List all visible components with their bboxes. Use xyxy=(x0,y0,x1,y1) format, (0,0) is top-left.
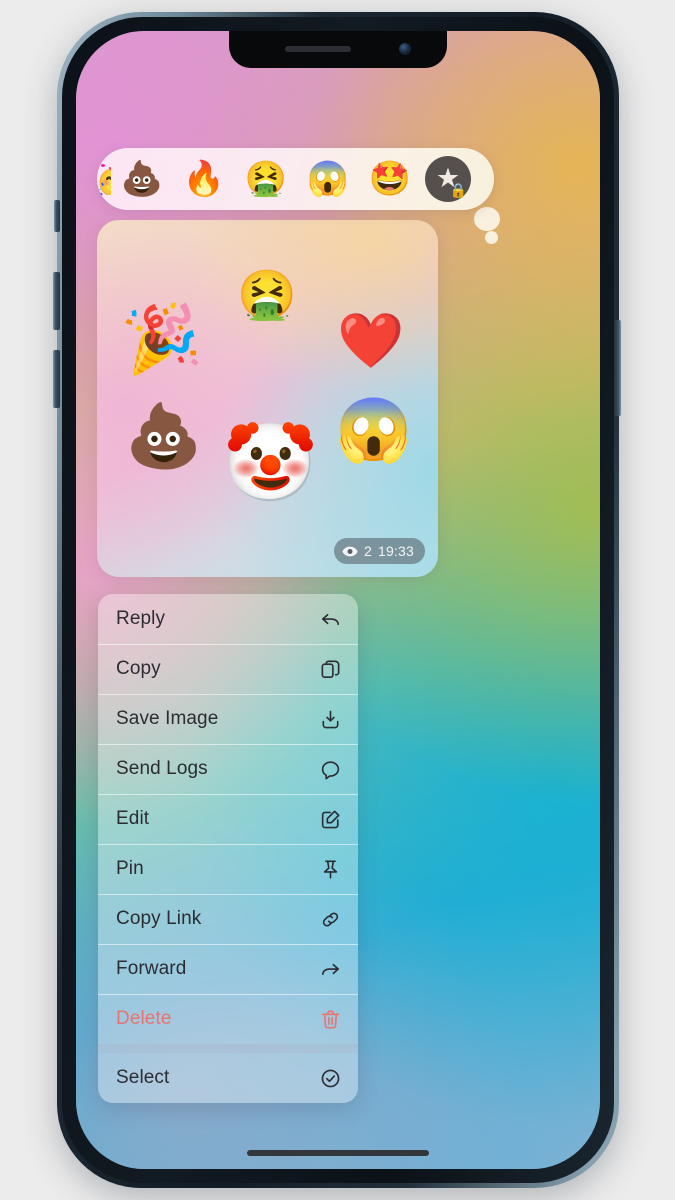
menu-item-copy[interactable]: Copy xyxy=(98,644,358,694)
volume-down-button[interactable] xyxy=(53,350,60,408)
volume-up-button[interactable] xyxy=(53,272,60,330)
menu-item-forward[interactable]: Forward xyxy=(98,944,358,994)
menu-group-separator xyxy=(98,1044,358,1053)
pushpin-icon xyxy=(318,857,342,881)
menu-item-label: Save Image xyxy=(116,708,219,729)
earpiece-speaker-icon xyxy=(285,46,351,52)
menu-item-label: Pin xyxy=(116,858,144,879)
eye-icon xyxy=(342,546,358,556)
speech-bubble-icon xyxy=(318,757,342,781)
phone-notch xyxy=(229,31,447,68)
menu-item-label: Forward xyxy=(116,958,187,979)
menu-item-reply[interactable]: Reply xyxy=(98,594,358,644)
save-download-icon xyxy=(318,707,342,731)
reaction-clipped-emoji[interactable]: 🥳 xyxy=(97,164,111,195)
sticker-poop: 💩 xyxy=(125,402,203,471)
home-indicator[interactable] xyxy=(247,1150,429,1156)
sticker-message-bubble[interactable]: 🎉 🤮 ❤️ 💩 🤡 😱 2 19:33 xyxy=(97,220,438,577)
sticker-vomiting-face: 🤮 xyxy=(237,269,297,322)
sticker-party-popper: 🎉 xyxy=(118,298,205,379)
menu-item-pin[interactable]: Pin xyxy=(98,844,358,894)
lock-icon: 🔒 xyxy=(449,182,467,198)
menu-item-send-logs[interactable]: Send Logs xyxy=(98,744,358,794)
reaction-star-struck[interactable]: 🤩 xyxy=(359,162,421,196)
reply-arrow-icon xyxy=(318,607,342,631)
screenshot-root: 🥳 💩 🔥 🤮 😱 🤩 ★ 🔒 🎉🤮❤️💩🤡😱 2 19:33 xyxy=(0,0,675,1200)
menu-item-label: Send Logs xyxy=(116,758,208,779)
forward-arrow-icon xyxy=(318,957,342,981)
menu-item-label: Copy Link xyxy=(116,908,202,929)
copy-pages-icon xyxy=(318,657,342,681)
phone-screen: 🥳 💩 🔥 🤮 😱 🤩 ★ 🔒 🎉🤮❤️💩🤡😱 2 19:33 xyxy=(76,31,600,1169)
menu-item-delete[interactable]: Delete xyxy=(98,994,358,1044)
check-circle-icon xyxy=(318,1066,342,1090)
power-button[interactable] xyxy=(614,320,621,416)
reaction-vomiting[interactable]: 🤮 xyxy=(235,162,297,196)
menu-item-label: Copy xyxy=(116,658,161,679)
menu-item-label: Reply xyxy=(116,608,166,629)
reaction-fire[interactable]: 🔥 xyxy=(173,162,235,196)
more-reactions-button[interactable]: ★ 🔒 xyxy=(425,156,471,202)
message-status-badge: 2 19:33 xyxy=(333,538,425,564)
message-context-menu[interactable]: Reply Copy Save Image Send Logs Edit Pin Copy … xyxy=(98,594,358,1103)
views-count: 2 xyxy=(363,543,372,559)
menu-item-save-image[interactable]: Save Image xyxy=(98,694,358,744)
quick-reaction-picker[interactable]: 🥳 💩 🔥 🤮 😱 🤩 ★ 🔒 xyxy=(97,148,494,210)
mute-switch[interactable] xyxy=(54,200,60,232)
reaction-screaming[interactable]: 😱 xyxy=(297,162,359,196)
front-camera-icon xyxy=(399,43,411,55)
menu-group: Reply Copy Save Image Send Logs Edit Pin Copy … xyxy=(98,594,358,1044)
menu-item-label: Delete xyxy=(116,1008,172,1029)
context-menu-groups: Reply Copy Save Image Send Logs Edit Pin Copy … xyxy=(98,594,358,1103)
menu-item-select[interactable]: Select xyxy=(98,1053,358,1103)
sticker-red-heart: ❤️ xyxy=(337,311,405,371)
menu-item-label: Edit xyxy=(116,808,150,829)
reaction-poop[interactable]: 💩 xyxy=(111,162,173,196)
reaction-bar-tail-dot-large xyxy=(474,207,500,231)
sticker-screaming-face: 😱 xyxy=(335,396,413,465)
menu-item-label: Select xyxy=(116,1067,170,1088)
menu-item-copy-link[interactable]: Copy Link xyxy=(98,894,358,944)
edit-pencil-icon xyxy=(318,807,342,831)
message-timestamp: 19:33 xyxy=(377,543,414,559)
menu-group: Select xyxy=(98,1053,358,1103)
trash-bin-icon xyxy=(318,1007,342,1031)
chain-link-icon xyxy=(318,907,342,931)
reaction-bar-tail-dot-small xyxy=(485,231,498,244)
sticker-clown-face: 🤡 xyxy=(223,421,318,506)
menu-item-edit[interactable]: Edit xyxy=(98,794,358,844)
